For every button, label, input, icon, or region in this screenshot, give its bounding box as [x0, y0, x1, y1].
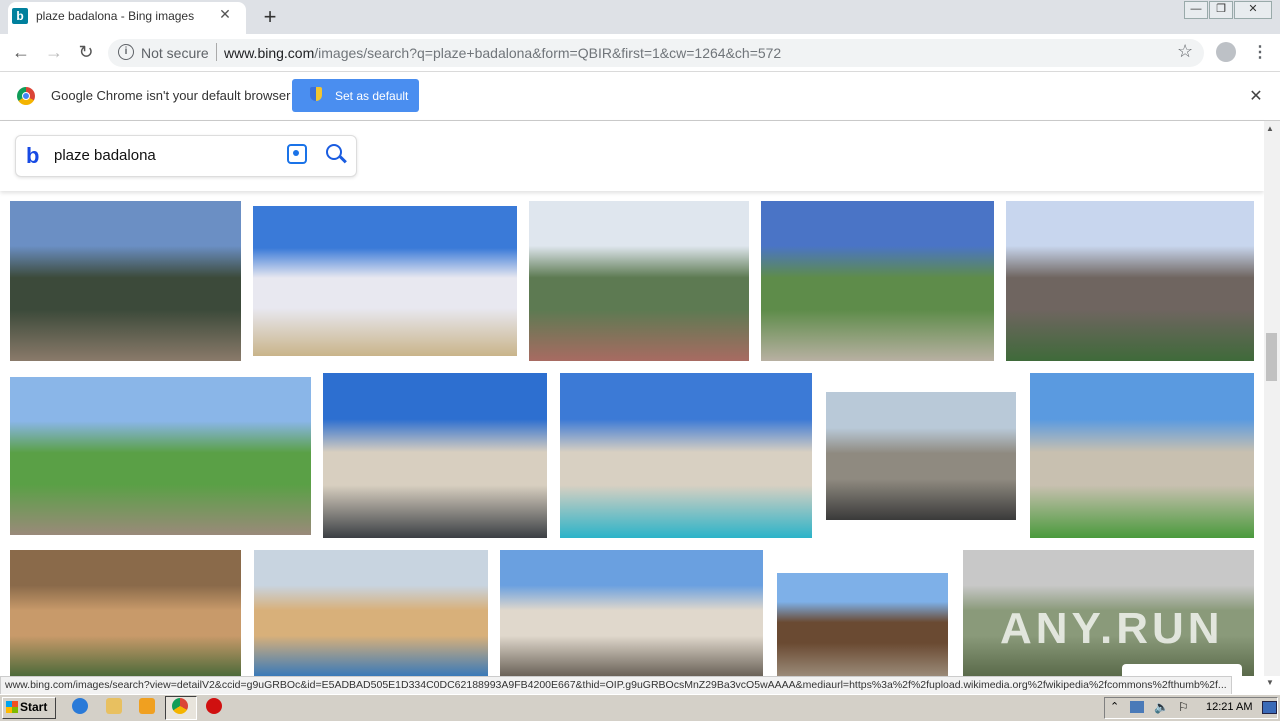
bing-favicon-icon: b — [12, 8, 28, 24]
page-scrollbar[interactable] — [1264, 121, 1280, 676]
internet-explorer-icon[interactable] — [72, 698, 88, 714]
status-url-bubble: www.bing.com/images/search?view=detailV2… — [0, 676, 1232, 696]
image-result-4[interactable] — [761, 201, 994, 361]
forward-button[interactable]: → — [44, 42, 64, 63]
image-result-3[interactable] — [529, 201, 749, 361]
show-desktop-icon[interactable] — [1262, 701, 1277, 714]
media-player-icon[interactable] — [139, 698, 155, 714]
image-result-9[interactable] — [826, 392, 1016, 520]
image-result-7[interactable] — [323, 373, 547, 538]
visual-search-icon[interactable] — [287, 144, 307, 164]
chrome-logo-icon — [17, 87, 35, 105]
bing-logo-icon[interactable]: b — [26, 143, 39, 169]
url-divider — [216, 43, 217, 61]
image-result-2[interactable] — [253, 206, 517, 356]
volume-icon[interactable]: 🔈 — [1154, 700, 1169, 714]
back-button[interactable]: ← — [11, 42, 31, 63]
search-icon[interactable] — [326, 144, 342, 160]
infobar-message: Google Chrome isn't your default browser — [51, 88, 291, 103]
url-path: /images/search?q=plaze+badalona&form=QBI… — [314, 45, 782, 61]
minimize-button[interactable]: — — [1184, 1, 1208, 19]
network-icon[interactable] — [1130, 701, 1144, 713]
image-result-10[interactable] — [1030, 373, 1254, 538]
image-result-13[interactable] — [500, 550, 763, 676]
reload-button[interactable]: ↻ — [76, 42, 96, 63]
start-label: Start — [20, 700, 48, 714]
image-result-5[interactable] — [1006, 201, 1254, 361]
set-as-default-label: Set as default — [335, 89, 409, 103]
folder-icon[interactable] — [106, 698, 122, 714]
url-text[interactable]: www.bing.com/images/search?q=plaze+badal… — [224, 45, 781, 61]
scroll-up-arrow-icon[interactable]: ▲ — [1266, 124, 1274, 133]
image-result-8[interactable] — [560, 373, 812, 538]
scroll-down-arrow-icon[interactable]: ▼ — [1266, 678, 1274, 687]
search-query[interactable]: plaze badalona — [54, 147, 156, 164]
browser-menu-icon[interactable]: ⋮ — [1252, 42, 1268, 62]
tab-close-icon[interactable]: ✕ — [216, 6, 234, 23]
windows-logo-icon — [6, 701, 18, 713]
shield-icon — [310, 87, 322, 101]
security-status[interactable]: Not secure — [141, 45, 209, 61]
action-center-flag-icon[interactable]: ⚐ — [1178, 700, 1189, 714]
url-host: www.bing.com — [224, 45, 315, 61]
window-close-button[interactable]: ✕ — [1234, 1, 1272, 19]
restore-button[interactable]: ❐ — [1209, 1, 1233, 19]
image-result-1[interactable] — [10, 201, 241, 361]
image-result-11[interactable] — [10, 550, 241, 676]
image-result-14[interactable] — [777, 573, 948, 676]
image-result-6[interactable] — [10, 377, 311, 535]
opera-icon[interactable] — [206, 698, 222, 714]
info-icon[interactable]: i — [118, 44, 134, 60]
tray-expand-icon[interactable]: ⌃ — [1110, 700, 1119, 713]
new-tab-button[interactable]: + — [260, 4, 280, 30]
bookmark-star-icon[interactable]: ☆ — [1177, 41, 1193, 62]
infobar-close-icon[interactable]: ✕ — [1248, 86, 1264, 106]
tab-title: plaze badalona - Bing images — [36, 9, 195, 23]
chrome-icon — [172, 698, 188, 714]
watermark: ANY.RUN — [1000, 604, 1224, 653]
taskbar-clock: 12:21 AM — [1206, 701, 1253, 713]
scrollbar-thumb[interactable] — [1266, 333, 1277, 381]
profile-avatar-icon[interactable] — [1216, 42, 1236, 62]
image-result-12[interactable] — [254, 550, 488, 676]
